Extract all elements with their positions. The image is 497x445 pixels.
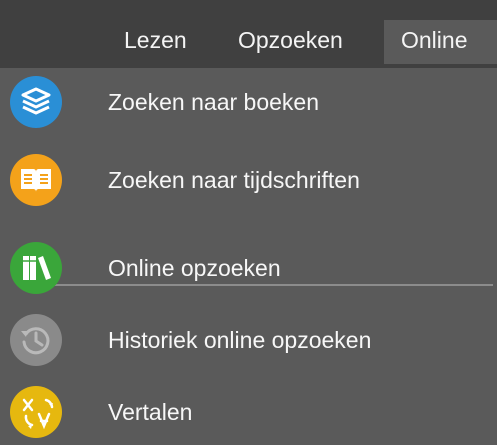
open-book-icon [10, 154, 62, 206]
menu-item-label: Online opzoeken [108, 255, 281, 281]
translate-icon [10, 386, 62, 438]
menu-item-label: Zoeken naar boeken [108, 89, 319, 115]
tab-opzoeken[interactable]: Opzoeken [238, 20, 343, 60]
menu-item-zoeken-naar-boeken[interactable]: Zoeken naar boeken [0, 66, 497, 136]
menu-item-historiek-online-opzoeken[interactable]: Historiek online opzoeken [0, 304, 497, 374]
library-books-icon [10, 242, 62, 294]
menu-tabs: Lezen Opzoeken Online [0, 20, 497, 64]
menu-item-online-opzoeken[interactable]: Online opzoeken [0, 232, 497, 302]
menu-item-label: Historiek online opzoeken [108, 327, 372, 353]
menu-item-zoeken-naar-tijdschriften[interactable]: Zoeken naar tijdschriften [0, 144, 497, 214]
tab-online[interactable]: Online [384, 20, 497, 64]
menu-item-label: Vertalen [108, 399, 193, 425]
menu-tab-bar: Lezen Opzoeken Online [0, 0, 497, 68]
online-menu-panel: Lezen Opzoeken Online Zoeken naar boeken [0, 0, 497, 445]
books-icon [10, 76, 62, 128]
menu-item-vertalen[interactable]: Vertalen [0, 376, 497, 445]
menu-item-label: Zoeken naar tijdschriften [108, 167, 360, 193]
history-icon [10, 314, 62, 366]
tab-lezen[interactable]: Lezen [124, 20, 187, 60]
